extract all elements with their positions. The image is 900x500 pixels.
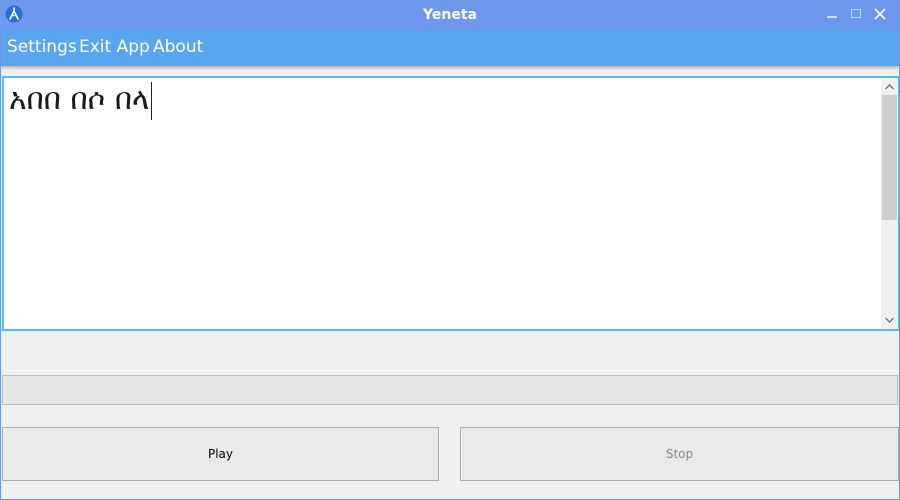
play-button[interactable]: Play	[2, 427, 439, 481]
chevron-up-icon	[885, 84, 894, 90]
scroll-down-button[interactable]	[881, 312, 898, 328]
menu-bar: Settings Exit App About	[1, 29, 899, 66]
editor-text: አበበ በሶ በላ	[9, 82, 150, 117]
close-button[interactable]	[867, 1, 893, 27]
window-title: Yeneta	[423, 7, 477, 23]
editor-content[interactable]: አበበ በሶ በላ	[9, 80, 153, 120]
maximize-icon	[851, 9, 861, 18]
progress-bar	[2, 375, 898, 405]
stop-button[interactable]: Stop	[460, 427, 899, 481]
minimize-icon	[827, 16, 837, 18]
maximize-button[interactable]	[843, 1, 869, 27]
chevron-down-icon	[885, 317, 894, 323]
vertical-scrollbar[interactable]	[881, 78, 898, 329]
scrollbar-thumb[interactable]	[882, 95, 897, 220]
close-icon	[874, 8, 886, 20]
text-caret	[151, 81, 153, 120]
text-editor[interactable]: አበበ በሶ በላ	[2, 76, 899, 331]
menu-about[interactable]: About	[153, 29, 203, 66]
menu-settings[interactable]: Settings	[7, 29, 77, 66]
scroll-up-button[interactable]	[881, 79, 898, 95]
title-bar[interactable]: Yeneta	[1, 1, 899, 29]
minimize-button[interactable]	[819, 1, 845, 27]
app-window: Yeneta Settings Exit App About አበበ በሶ በላ	[0, 0, 900, 500]
menu-exit-app[interactable]: Exit App	[79, 29, 150, 66]
